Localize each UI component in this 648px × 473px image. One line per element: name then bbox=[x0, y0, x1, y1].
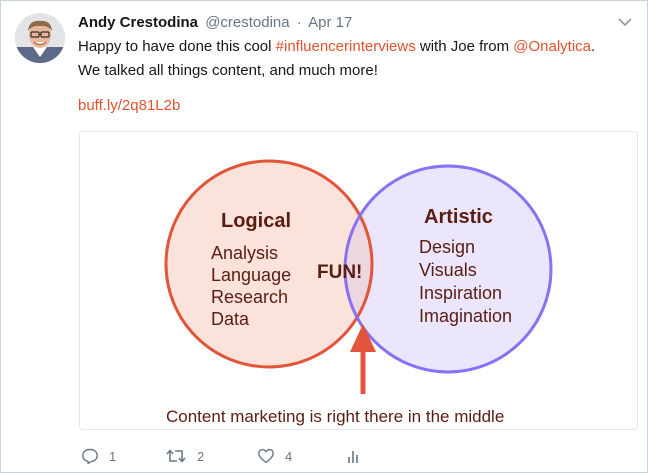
logical-item: Analysis bbox=[211, 243, 278, 263]
retweet-button[interactable]: 2 bbox=[165, 445, 204, 467]
card-caption: Content marketing is right there in the … bbox=[166, 407, 504, 426]
tweet[interactable]: Andy Crestodina @crestodina · Apr 17 Hap… bbox=[0, 0, 648, 473]
logical-item: Language bbox=[211, 265, 291, 285]
avatar[interactable] bbox=[15, 13, 65, 63]
tweet-text-line-2: We talked all things content, and much m… bbox=[78, 62, 378, 79]
analytics-icon bbox=[348, 451, 358, 463]
logical-title: Logical bbox=[221, 210, 291, 232]
text-segment: Happy to have done this cool bbox=[78, 38, 276, 55]
more-menu-button[interactable] bbox=[617, 15, 633, 29]
tweet-date[interactable]: Apr 17 bbox=[308, 14, 352, 31]
media-card[interactable]: Logical Analysis Language Research Data … bbox=[79, 131, 638, 430]
like-icon bbox=[258, 448, 274, 464]
text-segment: . bbox=[591, 38, 596, 55]
hashtag-link[interactable]: #influencerinterviews bbox=[276, 38, 416, 55]
reply-count: 1 bbox=[109, 448, 117, 464]
mention-link[interactable]: @Onalytica bbox=[513, 38, 591, 55]
like-count: 4 bbox=[285, 448, 293, 464]
artistic-item: Inspiration bbox=[419, 283, 502, 303]
header-separator: · bbox=[296, 14, 302, 31]
artistic-item: Design bbox=[419, 237, 475, 257]
artistic-item: Imagination bbox=[419, 306, 512, 326]
retweet-icon bbox=[166, 449, 186, 463]
avatar-photo bbox=[15, 13, 65, 63]
center-label: FUN! bbox=[317, 262, 362, 283]
text-segment: with Joe from bbox=[415, 38, 514, 55]
tweet-actions: 1 2 4 bbox=[79, 445, 479, 467]
tweet-text: Happy to have done this cool #influencer… bbox=[78, 35, 638, 83]
analytics-button[interactable] bbox=[347, 445, 361, 467]
logical-item: Data bbox=[211, 309, 250, 329]
reply-icon bbox=[82, 448, 98, 465]
artistic-item: Visuals bbox=[419, 260, 477, 280]
logical-item: Research bbox=[211, 287, 288, 307]
author-handle[interactable]: @crestodina bbox=[205, 14, 289, 31]
tweet-text-line-1: Happy to have done this cool #influencer… bbox=[78, 35, 638, 59]
tweet-header: Andy Crestodina @crestodina · Apr 17 bbox=[78, 13, 578, 33]
tweet-url-link[interactable]: buff.ly/2q81L2b bbox=[78, 96, 180, 116]
venn-diagram: Logical Analysis Language Research Data … bbox=[164, 159, 553, 426]
artistic-title: Artistic bbox=[424, 206, 493, 228]
retweet-count: 2 bbox=[197, 448, 205, 464]
chevron-down-icon bbox=[618, 18, 632, 27]
reply-button[interactable]: 1 bbox=[81, 445, 116, 467]
author-name[interactable]: Andy Crestodina bbox=[78, 14, 198, 31]
like-button[interactable]: 4 bbox=[257, 445, 292, 467]
